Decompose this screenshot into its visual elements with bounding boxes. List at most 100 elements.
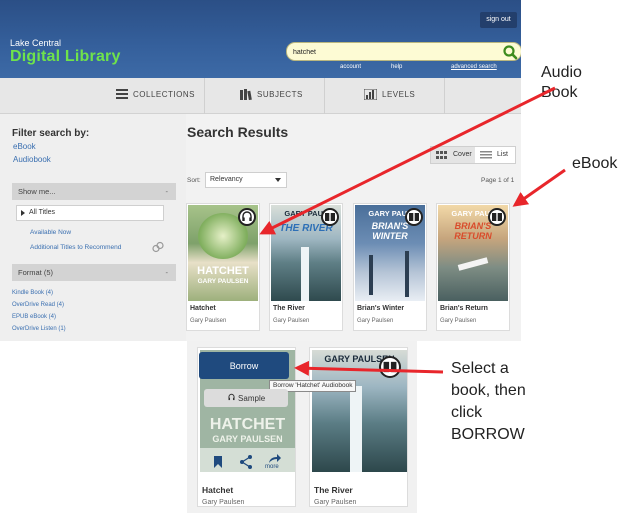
borrow-button[interactable]: Borrow — [199, 352, 289, 379]
book-title[interactable]: The River — [314, 485, 353, 495]
format-panel-header[interactable]: Format (5) - — [12, 264, 176, 281]
list-view-button[interactable]: List — [475, 147, 515, 163]
book-icon — [488, 208, 506, 226]
format-option[interactable]: OverDrive Read (4) — [12, 302, 64, 308]
show-me-panel-header[interactable]: Show me... - — [12, 183, 176, 200]
help-link[interactable]: help — [391, 64, 402, 70]
nav-collections[interactable]: COLLECTIONS — [116, 89, 195, 99]
cover-author: GARY PAULSEN — [212, 434, 283, 444]
collapse-icon[interactable]: - — [166, 183, 169, 200]
annotation-line: BORROW — [451, 426, 525, 443]
nav-divider — [324, 78, 325, 114]
search-box[interactable] — [286, 42, 521, 61]
annotation-line: Book — [541, 84, 578, 101]
arrow-to-ebook — [512, 168, 566, 207]
book-author[interactable]: Gary Paulsen — [314, 499, 356, 506]
format-option[interactable]: Kindle Book (4) — [12, 290, 53, 296]
book-title[interactable]: Brian's Winter — [357, 305, 404, 312]
book-title[interactable]: Brian's Return — [440, 305, 488, 312]
collapse-icon[interactable]: - — [166, 264, 169, 281]
annotation-select-borrow: Select a book, then click BORROW — [451, 358, 526, 446]
cover-title: HATCHET — [209, 416, 286, 433]
all-titles-label: All Titles — [29, 209, 56, 216]
sample-label: Sample — [238, 394, 266, 403]
collections-icon — [116, 89, 128, 99]
sort-select[interactable]: Relevancy — [205, 172, 287, 188]
nav-subjects-label: SUBJECTS — [257, 90, 303, 99]
list-icon — [480, 151, 492, 159]
format-label: Format (5) — [18, 268, 54, 277]
book-card[interactable]: HATCHET GARY PAULSEN Hatchet Gary Paulse… — [186, 203, 260, 331]
sort-label: Sort: — [187, 177, 201, 184]
nav-levels[interactable]: LEVELS — [364, 89, 415, 100]
book-author[interactable]: Gary Paulsen — [357, 318, 393, 324]
headphones-icon — [228, 393, 235, 401]
book-title[interactable]: The River — [273, 305, 305, 312]
headphones-icon — [238, 208, 256, 226]
nav-levels-label: LEVELS — [382, 90, 416, 99]
book-card[interactable]: GARY PAUL THE RIVER The River Gary Pauls… — [269, 203, 343, 331]
book-title[interactable]: Hatchet — [202, 485, 233, 495]
borrow-detail-screenshot: HATCHET GARY PAULSEN more Hatchet Gary P… — [187, 341, 417, 513]
book-author[interactable]: Gary Paulsen — [273, 318, 309, 324]
format-option[interactable]: OverDrive Listen (1) — [12, 326, 66, 332]
list-view-label: List — [497, 151, 508, 158]
plane-art — [457, 257, 489, 271]
search-results-heading: Search Results — [187, 124, 289, 140]
tree-art — [369, 255, 373, 295]
main-nav: COLLECTIONS SUBJECTS LEVELS — [0, 78, 521, 114]
view-toggle: Cover List — [430, 146, 516, 164]
book-card[interactable]: GARY PAUL BRIAN'S RETURN Brian's Return … — [436, 203, 510, 331]
filter-audiobook-link[interactable]: Audiobook — [13, 155, 51, 164]
cover-title: HATCHET — [197, 265, 249, 277]
advanced-search-link[interactable]: advanced search — [451, 64, 497, 70]
filter-title: Filter search by: — [12, 128, 90, 139]
link-icon — [152, 241, 164, 253]
cover-author: GARY PAULSEN — [197, 278, 249, 285]
waterfall-art — [350, 386, 362, 472]
book-author[interactable]: Gary Paulsen — [440, 318, 476, 324]
subjects-icon — [240, 89, 252, 100]
filter-ebook-link[interactable]: eBook — [13, 142, 36, 151]
annotation-audio-book: Audio Book — [541, 63, 582, 103]
book-card-the-river[interactable]: GARY PAULSEN The River Gary Paulsen — [309, 347, 408, 507]
search-icon[interactable] — [502, 44, 518, 60]
library-logo[interactable]: Digital Library — [10, 48, 121, 66]
book-icon — [379, 356, 401, 378]
cover-view-button[interactable]: Cover — [431, 147, 475, 163]
search-results-screenshot: sign out Lake Central Digital Library ac… — [0, 0, 521, 341]
sample-button[interactable]: Sample — [204, 389, 288, 407]
site-header: sign out Lake Central Digital Library ac… — [0, 0, 521, 78]
levels-icon — [364, 89, 377, 100]
annotation-line: Audio — [541, 64, 582, 81]
book-author[interactable]: Gary Paulsen — [190, 318, 226, 324]
book-author[interactable]: Gary Paulsen — [202, 499, 244, 506]
show-me-label: Show me... — [18, 187, 56, 196]
nav-divider — [204, 78, 205, 114]
library-subtitle: Lake Central — [10, 38, 62, 48]
book-icon — [321, 208, 339, 226]
all-titles-option[interactable]: All Titles — [16, 205, 164, 221]
available-now-option[interactable]: Available Now — [30, 229, 71, 236]
chevron-down-icon — [275, 178, 281, 182]
sign-out-button[interactable]: sign out — [480, 12, 517, 28]
annotation-line: book, then — [451, 382, 526, 399]
book-icon — [405, 208, 423, 226]
share-icon[interactable] — [238, 454, 254, 470]
nav-subjects[interactable]: SUBJECTS — [240, 89, 303, 100]
book-title[interactable]: Hatchet — [190, 305, 216, 312]
page-indicator: Page 1 of 1 — [481, 177, 515, 184]
more-label[interactable]: more — [265, 464, 279, 470]
cover-view-label: Cover — [453, 151, 472, 158]
tree-art — [405, 251, 409, 297]
nav-divider — [444, 78, 445, 114]
waterfall-art — [301, 247, 309, 301]
book-card[interactable]: GARY PAUL BRIAN'S WINTER Brian's Winter … — [353, 203, 427, 331]
bookmark-icon[interactable] — [210, 454, 226, 470]
search-input[interactable] — [293, 45, 493, 59]
format-option[interactable]: EPUB eBook (4) — [12, 314, 56, 320]
account-link[interactable]: account — [340, 64, 361, 70]
additional-titles-option[interactable]: Additional Titles to Recommend — [30, 244, 121, 251]
annotation-ebook: eBook — [572, 155, 618, 172]
sort-value: Relevancy — [210, 176, 243, 183]
